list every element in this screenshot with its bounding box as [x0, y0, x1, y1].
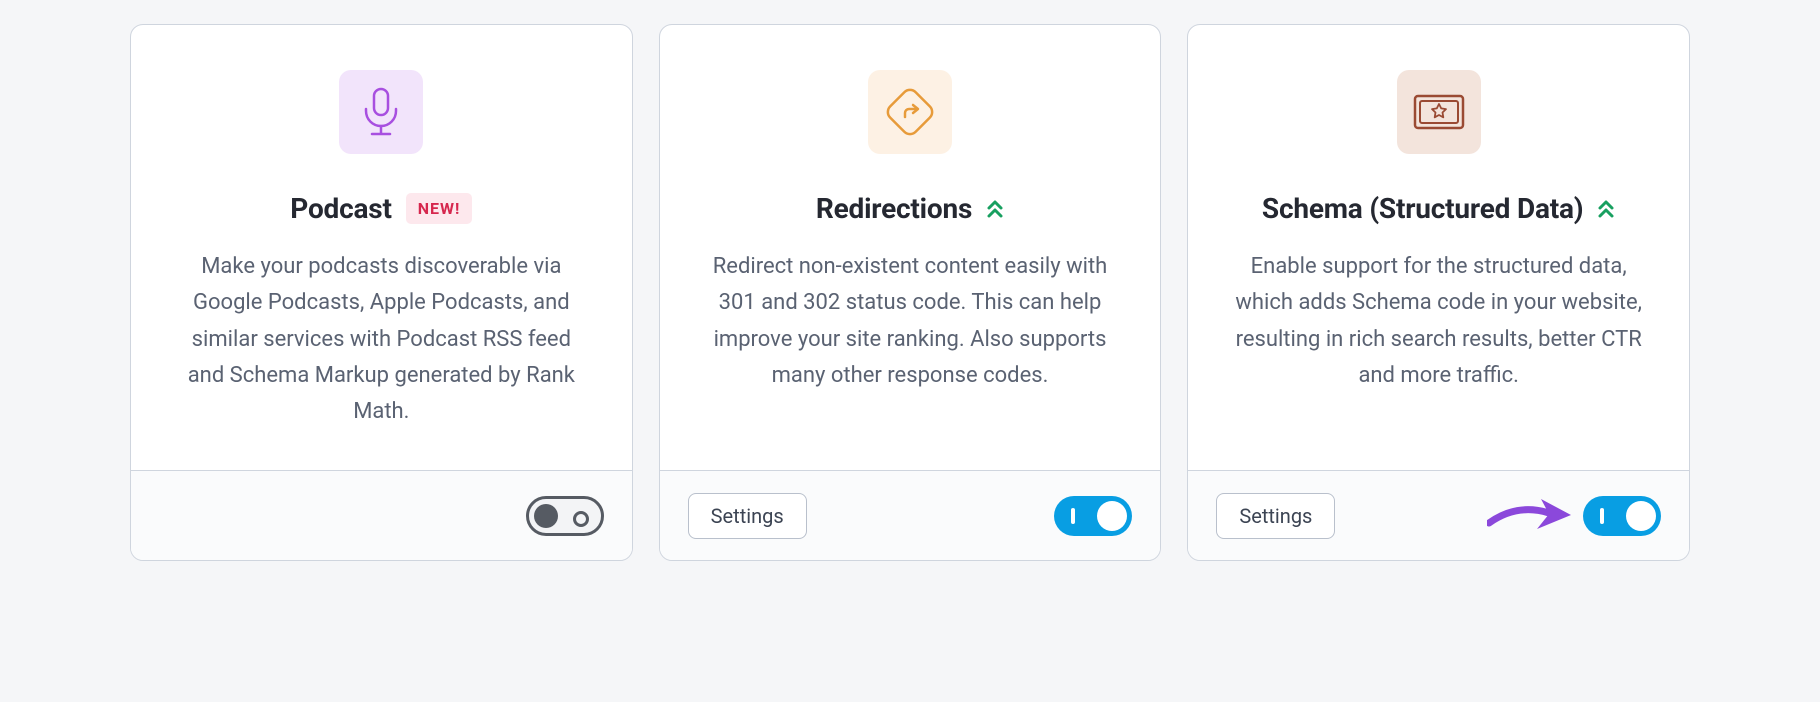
card-title-row: Schema (Structured Data) — [1262, 192, 1616, 225]
redirect-icon — [868, 70, 952, 154]
card-description: Redirect non-existent content easily wit… — [700, 249, 1121, 394]
footer-right — [1487, 496, 1661, 536]
microphone-icon — [339, 70, 423, 154]
settings-button[interactable]: Settings — [1216, 493, 1335, 539]
card-description: Make your podcasts discoverable via Goog… — [171, 249, 592, 430]
chevron-up-double-icon — [1597, 199, 1615, 219]
card-body: Schema (Structured Data) Enable support … — [1188, 25, 1689, 470]
arrow-annotation-icon — [1487, 497, 1577, 535]
card-title-row: Podcast NEW! — [290, 192, 472, 225]
card-title: Schema (Structured Data) — [1262, 192, 1584, 225]
toggle-schema[interactable] — [1583, 496, 1661, 536]
module-cards-row: Podcast NEW! Make your podcasts discover… — [130, 24, 1690, 561]
card-title-row: Redirections — [816, 192, 1004, 225]
card-podcast: Podcast NEW! Make your podcasts discover… — [130, 24, 633, 561]
card-redirections: Redirections Redirect non-existent conte… — [659, 24, 1162, 561]
card-title: Podcast — [290, 192, 391, 225]
new-badge: NEW! — [406, 193, 473, 224]
schema-icon — [1397, 70, 1481, 154]
card-footer — [131, 470, 632, 560]
card-schema: Schema (Structured Data) Enable support … — [1187, 24, 1690, 561]
toggle-podcast[interactable] — [526, 496, 604, 536]
card-footer: Settings — [660, 470, 1161, 560]
toggle-redirections[interactable] — [1054, 496, 1132, 536]
card-body: Redirections Redirect non-existent conte… — [660, 25, 1161, 470]
card-body: Podcast NEW! Make your podcasts discover… — [131, 25, 632, 470]
settings-button[interactable]: Settings — [688, 493, 807, 539]
card-description: Enable support for the structured data, … — [1228, 249, 1649, 394]
card-footer: Settings — [1188, 470, 1689, 560]
card-title: Redirections — [816, 192, 972, 225]
chevron-up-double-icon — [986, 199, 1004, 219]
